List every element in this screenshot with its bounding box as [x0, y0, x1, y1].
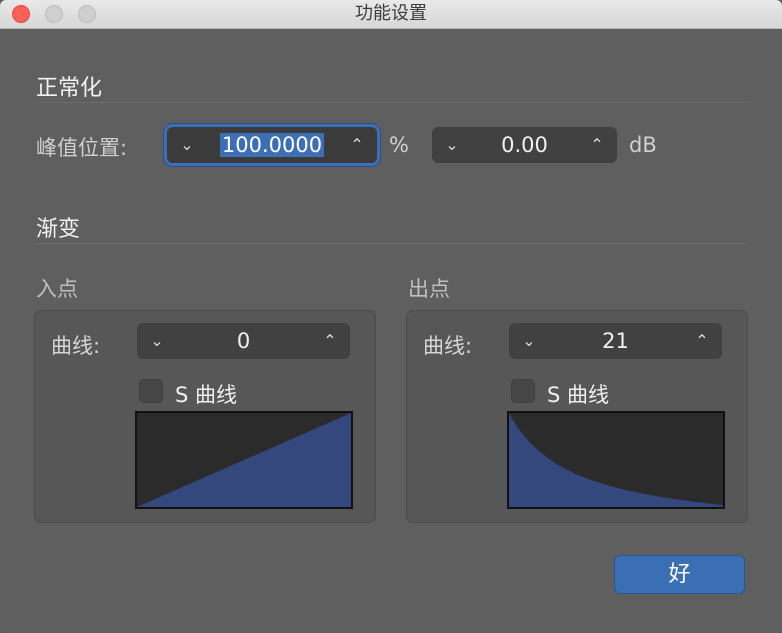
fade-out-s-curve-checkbox[interactable] — [511, 379, 535, 403]
fade-out-curve-preview — [507, 411, 725, 509]
ok-button[interactable]: 好 — [614, 555, 745, 594]
peak-position-label: 峰值位置: — [36, 136, 128, 160]
chevron-down-icon[interactable]: ⌄ — [515, 323, 543, 359]
fade-divider — [36, 243, 746, 244]
fade-in-curve-preview — [135, 411, 353, 509]
normalize-section-title: 正常化 — [36, 76, 103, 101]
chevron-up-icon[interactable]: ⌃ — [583, 127, 611, 163]
fade-section-title: 渐变 — [36, 217, 81, 242]
peak-unit-label: % — [389, 133, 409, 157]
fade-in-s-curve-label: S 曲线 — [175, 383, 238, 407]
db-input[interactable]: 0.00 — [468, 127, 581, 163]
fade-in-curve-input[interactable]: 0 — [173, 323, 314, 359]
chevron-down-icon[interactable]: ⌄ — [438, 127, 466, 163]
peak-position-stepper[interactable]: ⌄ 100.0000 ⌃ — [167, 127, 377, 163]
chevron-up-icon[interactable]: ⌃ — [316, 323, 344, 359]
fade-out-curve-input[interactable]: 21 — [545, 323, 686, 359]
peak-position-input[interactable]: 100.0000 — [203, 127, 341, 163]
fade-out-curve-label: 曲线: — [423, 334, 473, 358]
chevron-up-icon[interactable]: ⌃ — [688, 323, 716, 359]
chevron-up-icon[interactable]: ⌃ — [343, 127, 371, 163]
fade-out-s-curve-label: S 曲线 — [547, 383, 610, 407]
function-settings-window: 功能设置 正常化 峰值位置: ⌄ 100.0000 ⌃ % ⌄ 0.00 ⌃ d… — [0, 0, 782, 633]
db-stepper[interactable]: ⌄ 0.00 ⌃ — [432, 127, 617, 163]
fade-out-curve-stepper[interactable]: ⌄ 21 ⌃ — [509, 323, 722, 359]
window-title: 功能设置 — [355, 3, 427, 24]
title-bar: 功能设置 — [0, 0, 782, 29]
fade-in-curve-label: 曲线: — [51, 334, 101, 358]
fade-out-curve-fill — [509, 413, 723, 507]
fade-out-panel: 曲线: ⌄ 21 ⌃ S 曲线 — [406, 310, 748, 523]
normalize-divider — [36, 102, 746, 103]
db-unit-label: dB — [629, 133, 657, 157]
fade-in-curve-stepper[interactable]: ⌄ 0 ⌃ — [137, 323, 350, 359]
fade-in-panel: 曲线: ⌄ 0 ⌃ S 曲线 — [34, 310, 376, 523]
fade-in-curve-graph — [137, 413, 351, 507]
chevron-down-icon[interactable]: ⌄ — [173, 127, 201, 163]
fade-in-s-curve-checkbox[interactable] — [139, 379, 163, 403]
fade-in-curve-fill — [137, 413, 351, 507]
fade-out-curve-graph — [509, 413, 723, 507]
fade-out-title: 出点 — [408, 277, 450, 301]
chevron-down-icon[interactable]: ⌄ — [143, 323, 171, 359]
fade-in-title: 入点 — [36, 277, 78, 301]
